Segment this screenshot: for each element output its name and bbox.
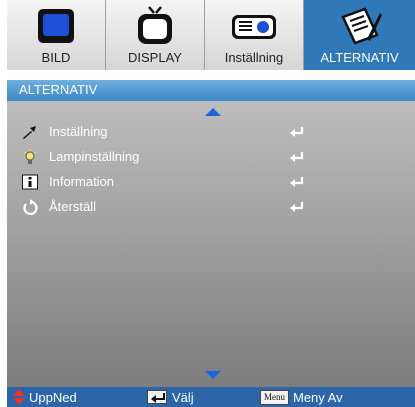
menu-item-installning[interactable]: Inställning [7, 121, 415, 143]
projector-icon [205, 5, 303, 47]
enter-icon [290, 152, 304, 162]
page-title: ALTERNATIV [19, 82, 98, 97]
notepad-pen-icon [304, 5, 415, 47]
reset-icon [22, 199, 38, 215]
hint-select: Välj [147, 387, 194, 407]
menu-item-label: Information [49, 174, 115, 189]
enter-key-icon [147, 390, 167, 404]
info-icon [22, 174, 38, 190]
enter-icon [290, 177, 304, 187]
menu-item-label: Lampinställning [49, 149, 140, 164]
hint-menu-off-label: Meny Av [293, 389, 343, 405]
menu-item-label: Återställ [49, 199, 96, 214]
tv-icon [106, 5, 204, 47]
scroll-down-arrow-icon [205, 371, 221, 379]
menu-item-information[interactable]: Information [7, 171, 415, 193]
menu-key-icon: Menu [260, 389, 289, 405]
wrench-icon [22, 124, 38, 140]
section-header: ALTERNATIV [7, 80, 415, 101]
tab-bar: BILD DISPLAY Inställning ALTERNATIV [7, 0, 415, 70]
lamp-icon [22, 149, 38, 165]
tab-label: Inställning [224, 50, 284, 65]
hint-navigate: UppNed [13, 387, 77, 407]
tab-alternativ[interactable]: ALTERNATIV [304, 0, 415, 70]
enter-icon [290, 202, 304, 212]
hint-menu-off: Menu Meny Av [260, 387, 343, 407]
monitor-icon [7, 5, 105, 47]
menu-panel: Inställning Lampinställning Information … [7, 101, 415, 387]
osd-menu: BILD DISPLAY Inställning ALTERNATIV ALTE… [0, 0, 415, 407]
tab-label: DISPLAY [128, 50, 182, 65]
hint-select-label: Välj [172, 389, 194, 405]
up-down-arrows-icon [13, 389, 25, 405]
tab-bild[interactable]: BILD [7, 0, 106, 70]
menu-item-lampinstallning[interactable]: Lampinställning [7, 146, 415, 168]
tab-label: BILD [41, 50, 71, 65]
scroll-up-arrow-icon [205, 108, 221, 116]
tab-installning[interactable]: Inställning [205, 0, 304, 70]
menu-item-label: Inställning [49, 124, 108, 139]
tab-label: ALTERNATIV [320, 50, 399, 65]
footer-hint-bar: UppNed Välj Menu Meny Av [7, 387, 415, 407]
tab-display[interactable]: DISPLAY [106, 0, 205, 70]
menu-item-aterstall[interactable]: Återställ [7, 196, 415, 218]
hint-navigate-label: UppNed [29, 389, 77, 405]
enter-icon [290, 127, 304, 137]
